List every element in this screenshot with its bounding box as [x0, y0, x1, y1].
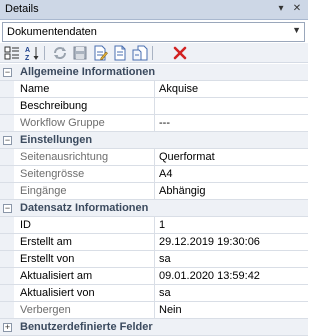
refresh-icon[interactable]: [52, 45, 68, 61]
category-datensatz[interactable]: − Datensatz Informationen: [0, 200, 308, 217]
category-label: Benutzerdefinierte Felder: [20, 321, 153, 333]
collapse-icon[interactable]: −: [3, 204, 12, 213]
property-row-name[interactable]: Name Akquise: [0, 81, 308, 98]
category-allgemein[interactable]: − Allgemeine Informationen: [0, 64, 308, 81]
property-name: Verbergen: [20, 304, 71, 316]
category-label: Allgemeine Informationen: [20, 66, 156, 78]
collapse-icon[interactable]: −: [3, 68, 12, 77]
expand-icon[interactable]: +: [3, 323, 12, 332]
close-icon[interactable]: ✕: [290, 2, 304, 16]
property-value[interactable]: 09.01.2020 13:59:42: [159, 270, 260, 282]
new-document-icon[interactable]: [112, 45, 128, 61]
property-value[interactable]: Akquise: [159, 83, 198, 95]
chevron-down-icon[interactable]: ▼: [292, 25, 301, 35]
toolbar-separator: [44, 46, 45, 60]
property-row-seitengroesse[interactable]: Seitengrösse A4: [0, 166, 308, 183]
select-value: Dokumentendaten: [7, 26, 97, 38]
category-label: Datensatz Informationen: [20, 202, 149, 214]
property-row-workflow-gruppe[interactable]: Workflow Gruppe ---: [0, 115, 308, 132]
property-value[interactable]: sa: [159, 253, 171, 265]
property-row-erstellt-von[interactable]: Erstellt von sa: [0, 251, 308, 268]
category-einstellungen[interactable]: − Einstellungen: [0, 132, 308, 149]
titlebar-buttons: ▾ ✕: [274, 2, 304, 16]
property-name: Aktualisiert von: [20, 287, 95, 299]
property-name: Name: [20, 83, 50, 95]
property-value[interactable]: Abhängig: [159, 185, 206, 197]
svg-text:A: A: [25, 47, 30, 54]
open-document-icon[interactable]: [132, 45, 148, 61]
property-row-seitenausrichtung[interactable]: Seitenausrichtung Querformat: [0, 149, 308, 166]
delete-icon[interactable]: [172, 45, 188, 61]
property-toolbar: A Z: [0, 43, 308, 63]
property-name: Aktualisiert am: [20, 270, 93, 282]
category-label: Einstellungen: [20, 134, 93, 146]
toolbar-separator: [152, 46, 153, 60]
category-benutzerdefinierte-felder[interactable]: + Benutzerdefinierte Felder: [0, 319, 308, 336]
property-value[interactable]: ---: [159, 117, 170, 129]
property-row-erstellt-am[interactable]: Erstellt am 29.12.2019 19:30:06: [0, 234, 308, 251]
property-value[interactable]: Querformat: [159, 151, 215, 163]
property-value[interactable]: 29.12.2019 19:30:06: [159, 236, 260, 248]
property-value[interactable]: A4: [159, 168, 172, 180]
property-name: Erstellt am: [20, 236, 72, 248]
pin-icon[interactable]: ▾: [274, 2, 288, 16]
property-name: Seitenausrichtung: [20, 151, 109, 163]
save-icon[interactable]: [72, 45, 88, 61]
property-name: Beschreibung: [20, 100, 88, 112]
svg-text:Z: Z: [25, 55, 30, 61]
property-name: Workflow Gruppe: [20, 117, 105, 129]
edit-document-icon[interactable]: [92, 45, 108, 61]
property-name: Erstellt von: [20, 253, 75, 265]
property-value[interactable]: sa: [159, 287, 171, 299]
property-row-verbergen[interactable]: Verbergen Nein: [0, 302, 308, 319]
property-row-id[interactable]: ID 1: [0, 217, 308, 234]
property-name: ID: [20, 219, 31, 231]
property-row-aktualisiert-von[interactable]: Aktualisiert von sa: [0, 285, 308, 302]
property-value[interactable]: 1: [159, 219, 165, 231]
property-grid: − Allgemeine Informationen Name Akquise …: [0, 64, 308, 336]
collapse-icon[interactable]: −: [3, 136, 12, 145]
categorized-view-icon[interactable]: [4, 45, 20, 61]
property-row-aktualisiert-am[interactable]: Aktualisiert am 09.01.2020 13:59:42: [0, 268, 308, 285]
object-type-select[interactable]: Dokumentendaten ▼: [2, 22, 305, 42]
property-value[interactable]: Nein: [159, 304, 182, 316]
property-name: Seitengrösse: [20, 168, 85, 180]
sort-alphabetical-icon[interactable]: A Z: [24, 45, 40, 61]
property-row-beschreibung[interactable]: Beschreibung: [0, 98, 308, 115]
panel-title: Details: [5, 3, 39, 15]
property-row-eingaenge[interactable]: Eingänge Abhängig: [0, 183, 308, 200]
property-name: Eingänge: [20, 185, 67, 197]
details-titlebar: Details ▾ ✕: [0, 0, 308, 20]
